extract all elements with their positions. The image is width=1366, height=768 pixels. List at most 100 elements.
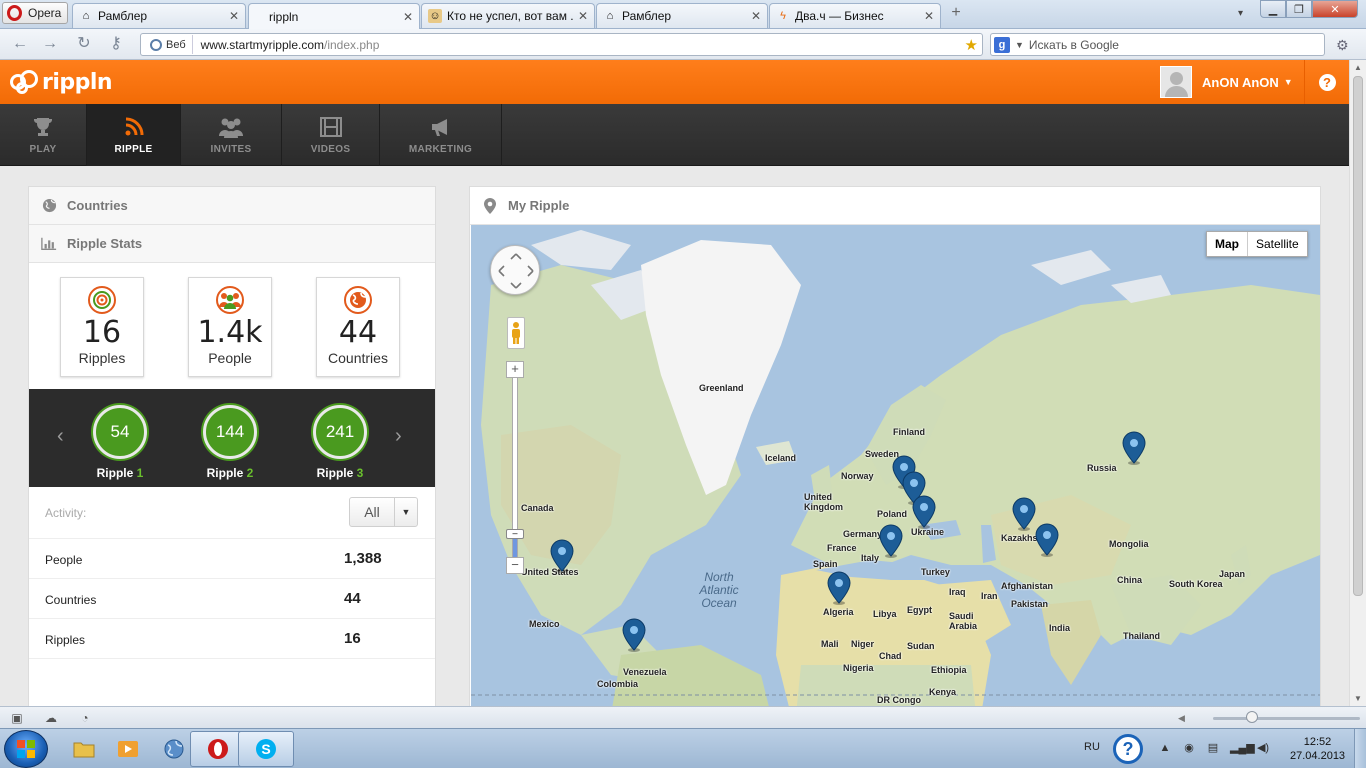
tab-rippln[interactable]: rippln ✕ [248,3,420,29]
tray-app-icon[interactable]: ◉ [1182,741,1196,755]
scroll-down-icon[interactable]: ▼ [1354,694,1362,703]
scroll-up-icon[interactable]: ▲ [1354,63,1362,72]
carousel-next-icon[interactable]: › [395,425,402,448]
new-tab-button[interactable]: + [948,5,964,22]
tray-help-icon[interactable]: ? [1113,734,1143,764]
map-label-algeria: Algeria [823,607,854,617]
map-label-niger: Niger [851,639,875,649]
volume-icon[interactable]: ◀) [1256,741,1270,755]
nav-tab-videos[interactable]: VIDEOS [282,104,380,166]
map-zoom-in-button[interactable]: + [506,361,524,378]
tab-close-icon[interactable]: ✕ [924,9,934,23]
url-field[interactable]: Веб www.startmyripple.com/index.php ★ [140,33,983,56]
question-icon: ? [1318,73,1336,91]
window-restore-button[interactable]: ❐ [1286,0,1312,18]
scrollbar-thumb[interactable] [1353,76,1363,596]
nav-tab-play[interactable]: PLAY [0,104,87,166]
opera-tools-icon[interactable]: ⚙ [1336,37,1356,53]
map-marker-italy[interactable] [879,524,903,558]
ripple-level-3-count[interactable]: 241 [313,405,367,459]
search-engine-dropdown-icon[interactable]: ▼ [1015,40,1024,50]
map-marker-kyrgyzstan[interactable] [1035,523,1059,557]
page-zoom-handle[interactable] [1246,711,1258,723]
tab-kto-ne-uspel[interactable]: ☺ Кто не успел, вот вам ... ✕ [421,3,595,28]
show-desktop-button[interactable] [1354,729,1366,768]
window-minimize-button[interactable]: ▁ [1260,0,1286,18]
network-signal-icon[interactable]: ▂▄▆ [1230,741,1255,755]
user-name: AnON AnON [1202,74,1279,90]
ripple-levels-carousel: ‹ › 54 Ripple 1 144 Ripple 2 241 Ripple … [29,389,435,487]
ripple-stats-header[interactable]: Ripple Stats [29,225,435,263]
activity-name: People [45,553,83,567]
reload-icon[interactable]: ↻ [74,35,94,53]
opera-menu-button[interactable]: Opera [2,2,68,24]
map-zoom-out-button[interactable]: − [506,557,524,574]
taskbar-skype[interactable]: S [238,731,294,767]
tray-device-icon[interactable]: ▤ [1206,741,1220,755]
tab-rambler-1[interactable]: ⌂ Рамблер ✕ [72,3,246,28]
world-map[interactable]: Greenland Iceland Finland Sweden Norway … [471,225,1320,706]
map-type-satellite-button[interactable]: Satellite [1248,232,1307,256]
stat-card-ripples: 16 Ripples [60,277,144,377]
user-menu[interactable]: AnON AnON ▼ [1160,66,1293,98]
scroll-left-icon[interactable]: ◀ [1178,713,1185,724]
back-arrow-icon[interactable]: ← [10,35,30,53]
bookmark-star-icon[interactable]: ★ [965,36,978,54]
key-icon[interactable]: ⚷ [106,35,126,53]
chevron-down-icon[interactable]: ▼ [395,498,417,526]
map-pan-control[interactable] [490,245,540,295]
start-button[interactable] [4,730,48,768]
map-label-iceland: Iceland [765,453,797,463]
nav-tab-invites[interactable]: INVITES [181,104,282,166]
search-placeholder: Искать в Google [1028,37,1119,52]
map-zoom-handle[interactable]: – [506,529,524,539]
tray-expand-icon[interactable]: ▲ [1158,741,1172,755]
url-security-badge[interactable]: Веб [144,35,193,54]
map-marker-kazakhstan[interactable] [1012,497,1036,531]
tab-close-icon[interactable]: ✕ [229,9,239,23]
window-close-button[interactable]: ✕ [1312,0,1358,18]
page-vertical-scrollbar[interactable]: ▲ ▼ [1349,60,1366,706]
rippln-logo[interactable]: rippln [10,68,113,96]
ripple-level-2-count[interactable]: 144 [203,405,257,459]
nav-tab-label: PLAY [29,143,57,155]
tab-rambler-2[interactable]: ⌂ Рамблер ✕ [596,3,768,28]
speed-dial-icon[interactable]: ◔ [78,711,92,725]
map-marker-united-states[interactable] [550,539,574,573]
carousel-prev-icon[interactable]: ‹ [57,425,64,448]
tray-clock[interactable]: 12:52 27.04.2013 [1290,735,1345,763]
map-label-nigeria: Nigeria [843,663,874,673]
nav-tab-ripple[interactable]: RIPPLE [87,104,181,166]
activity-filter-select[interactable]: All ▼ [349,497,418,527]
map-marker-russia[interactable] [1122,431,1146,465]
opera-icon [208,739,228,759]
tab-dvach-biznes[interactable]: ϟ Два.ч — Бизнес ✕ [769,3,941,28]
street-view-pegman-icon[interactable] [507,317,525,349]
opera-logo-icon [7,5,22,21]
tab-close-icon[interactable]: ✕ [403,10,413,24]
search-field[interactable]: g ▼ Искать в Google [990,33,1325,56]
help-button[interactable]: ? [1304,60,1349,104]
panel-toggle-icon[interactable]: ▣ [10,711,24,725]
cloud-icon[interactable]: ☁ [44,711,58,725]
map-marker-ukraine[interactable] [912,495,936,529]
ripple-level-1-count[interactable]: 54 [93,405,147,459]
page-zoom-slider[interactable] [1213,717,1360,720]
tab-close-icon[interactable]: ✕ [578,9,588,23]
ripple-stats-title: Ripple Stats [67,236,143,251]
countries-header[interactable]: Countries [29,187,435,225]
nav-tab-marketing[interactable]: MARKETING [380,104,502,166]
forward-arrow-icon[interactable]: → [40,35,60,53]
map-marker-venezuela[interactable] [622,618,646,652]
map-marker-algeria[interactable] [827,571,851,605]
tab-list-dropdown-icon[interactable]: ▾ [1238,8,1243,19]
tray-language[interactable]: RU [1084,741,1100,753]
home-icon: ⌂ [82,10,90,22]
map-label-colombia: Colombia [597,679,639,689]
browser-status-bar: ▣ ☁ ◔ ◀ [0,706,1366,728]
map-zoom-slider[interactable]: + – − [506,361,524,575]
map-type-map-button[interactable]: Map [1207,232,1248,256]
tab-close-icon[interactable]: ✕ [751,9,761,23]
trophy-icon [32,116,54,138]
app-header: rippln AnON AnON ▼ ? [0,60,1349,104]
